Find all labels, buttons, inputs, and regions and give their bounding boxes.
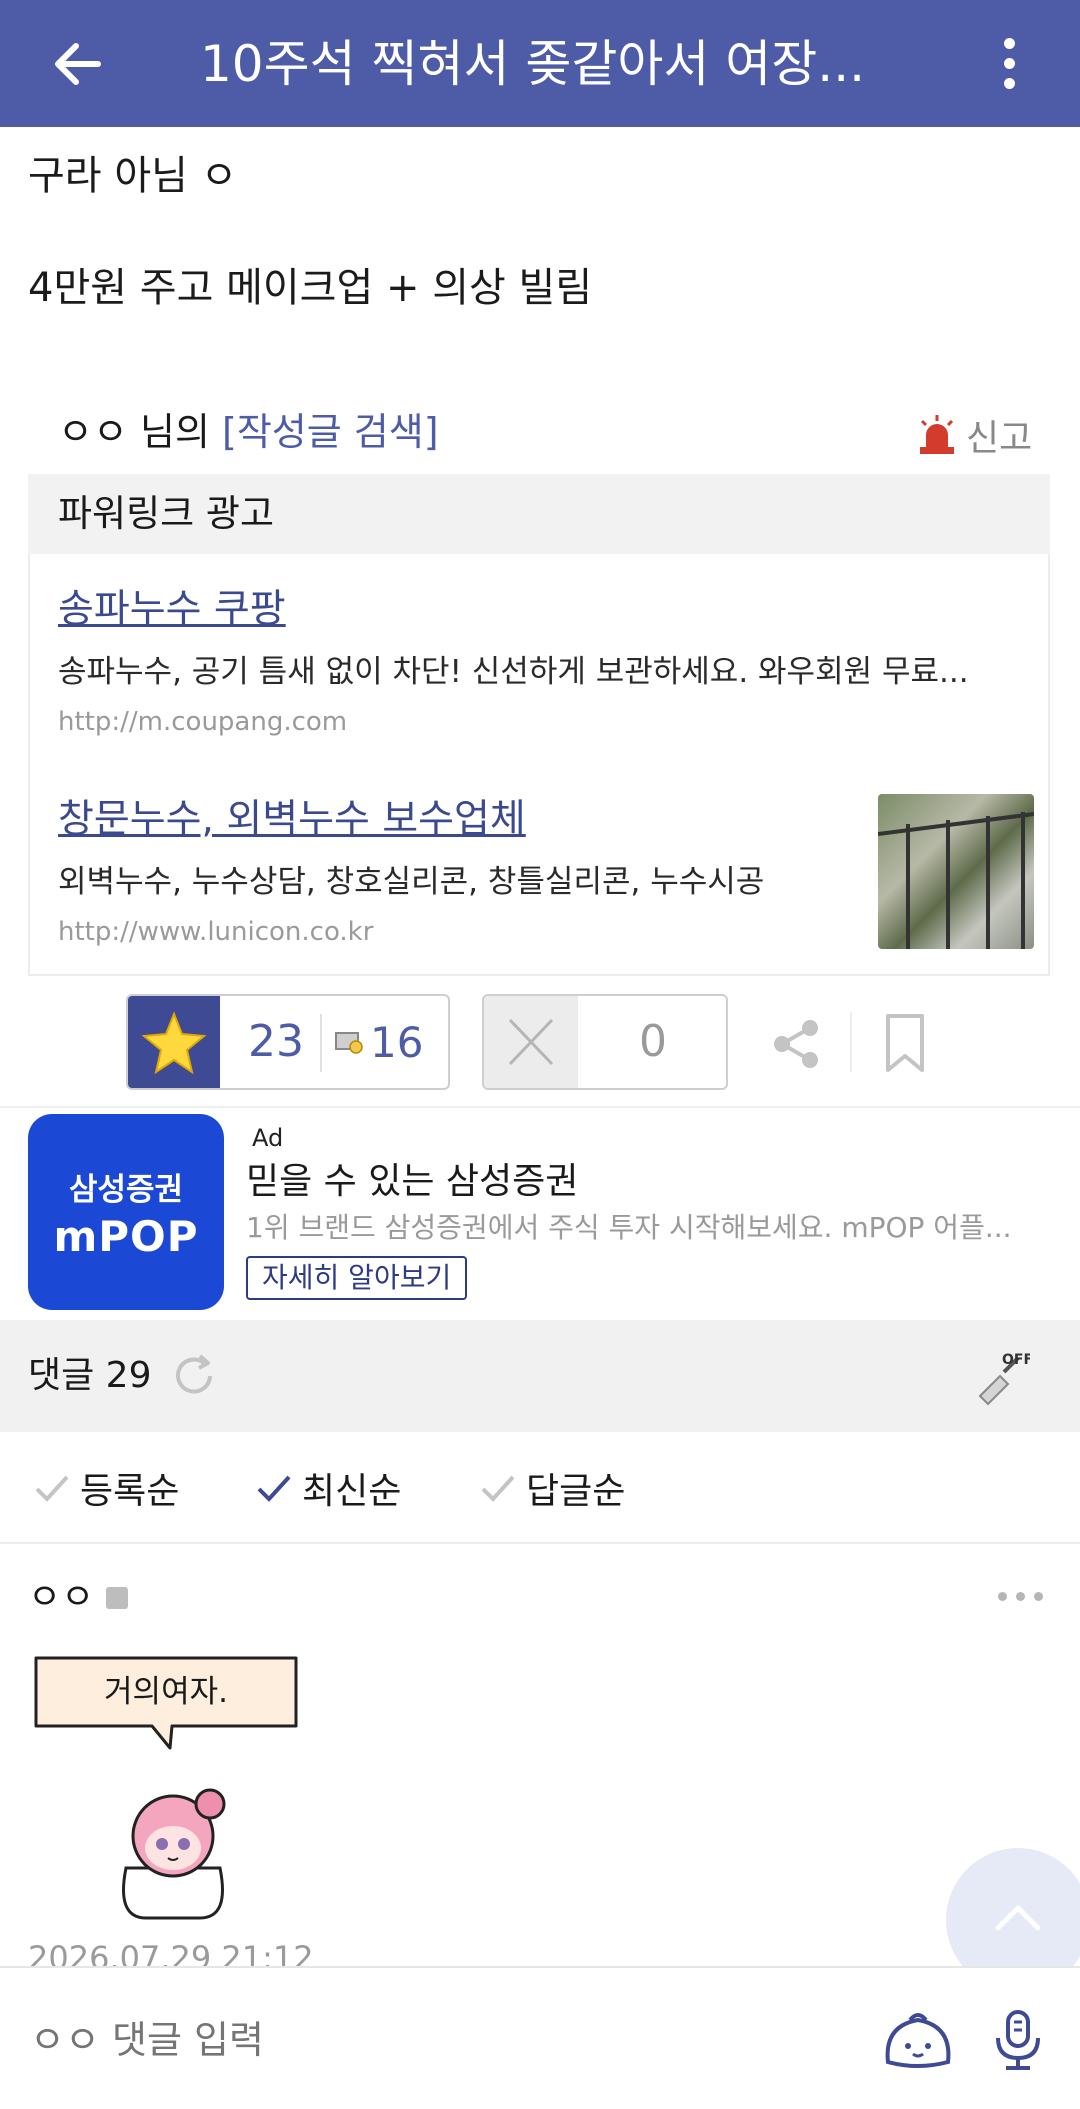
check-icon: [35, 1475, 69, 1502]
close-icon[interactable]: [484, 996, 578, 1088]
ad-url: http://m.coupang.com: [58, 707, 348, 737]
ad-url: http://www.lunicon.co.kr: [58, 917, 374, 947]
ad-thumbnail-image[interactable]: [877, 794, 1035, 949]
author-search-link[interactable]: [작성글 검색]: [222, 410, 439, 454]
dccon-text: 거의여자.: [104, 1674, 228, 1710]
refresh-icon[interactable]: [170, 1352, 218, 1400]
dccon-emoticon-icon[interactable]: [882, 2006, 954, 2072]
ad-description: 외벽누수, 누수상담, 창호실리콘, 창틀실리콘, 누수시공: [58, 864, 765, 900]
back-arrow-icon[interactable]: [48, 34, 108, 94]
fixed-upvote-value: 16: [370, 1017, 424, 1067]
divider: [0, 1106, 1080, 1108]
more-horizontal-icon[interactable]: [998, 1592, 1048, 1602]
share-icon[interactable]: [766, 1014, 826, 1074]
comment-count: 댓글 29: [28, 1355, 152, 1396]
sort-label: 답글순: [526, 1471, 626, 1512]
check-icon: [481, 1475, 515, 1502]
report-label: 신고: [966, 418, 1033, 459]
sponsor-logo[interactable]: 삼성증권 mPOP: [28, 1114, 224, 1310]
vote-divider: [320, 1014, 322, 1072]
comment-author: ㅇㅇ: [28, 1568, 129, 1628]
post-body-line: 구라 아님 ㅇ: [28, 153, 238, 199]
microphone-icon[interactable]: [990, 2008, 1046, 2072]
ad-tag: Ad: [252, 1124, 284, 1152]
report-button[interactable]: 신고: [918, 410, 1032, 460]
post-title: 10주석 찍혀서 좆같아서 여장...: [200, 35, 865, 93]
learn-more-button[interactable]: 자세히 알아보기: [246, 1256, 468, 1300]
more-vertical-icon[interactable]: [990, 32, 1030, 96]
divider: [850, 1012, 852, 1072]
check-icon: [257, 1475, 291, 1502]
sort-label: 등록순: [80, 1471, 180, 1512]
user-badge-icon: [106, 1587, 129, 1609]
powerlink-label: 파워링크 광고: [58, 492, 275, 535]
chibi-character-image: [122, 1788, 226, 1920]
downvote-count: 0: [639, 1016, 667, 1067]
post-body-line: 4만원 주고 메이크업 + 의상 빌림: [28, 265, 593, 311]
star-icon[interactable]: [128, 996, 220, 1088]
sponsor-logo-text: mPOP: [53, 1212, 199, 1261]
ad-description: 송파누수, 공기 틈새 없이 차단! 신선하게 보관하세요. 와우회원 무료..…: [58, 654, 969, 690]
ad-title-link[interactable]: 창문누수, 외벽누수 보수업체: [58, 792, 526, 848]
sponsor-logo-text: 삼성증권: [68, 1172, 184, 1208]
upvote-count: 23: [248, 1016, 304, 1067]
bookmark-icon[interactable]: [880, 1012, 930, 1076]
fixed-upvote-count: 16: [334, 1002, 423, 1082]
fixed-user-icon: [335, 1032, 363, 1054]
author-line: ㅇㅇ 님의 [작성글 검색]: [58, 404, 439, 460]
sponsor-name[interactable]: 믿을 수 있는 삼성증권: [246, 1158, 578, 1206]
comment-input[interactable]: [30, 2010, 850, 2070]
sponsor-description: 1위 브랜드 삼성증권에서 주식 투자 시작해보세요. mPOP 어플...: [246, 1211, 1012, 1244]
ad-title-link[interactable]: 송파누수 쿠팡: [58, 582, 286, 638]
sort-latest[interactable]: 최신순: [256, 1460, 401, 1516]
sort-label: 최신순: [302, 1471, 402, 1512]
sort-replies[interactable]: 답글순: [480, 1460, 625, 1516]
comment-author-name: ㅇㅇ: [28, 1577, 95, 1618]
svg-text:OFF: OFF: [1002, 1352, 1030, 1368]
author-name: ㅇㅇ 님의: [58, 410, 222, 454]
sort-registered[interactable]: 등록순: [34, 1460, 179, 1516]
comments-header: [0, 1320, 1080, 1432]
siren-icon: [920, 415, 954, 454]
cleanbot-off-icon[interactable]: OFF: [974, 1350, 1030, 1406]
